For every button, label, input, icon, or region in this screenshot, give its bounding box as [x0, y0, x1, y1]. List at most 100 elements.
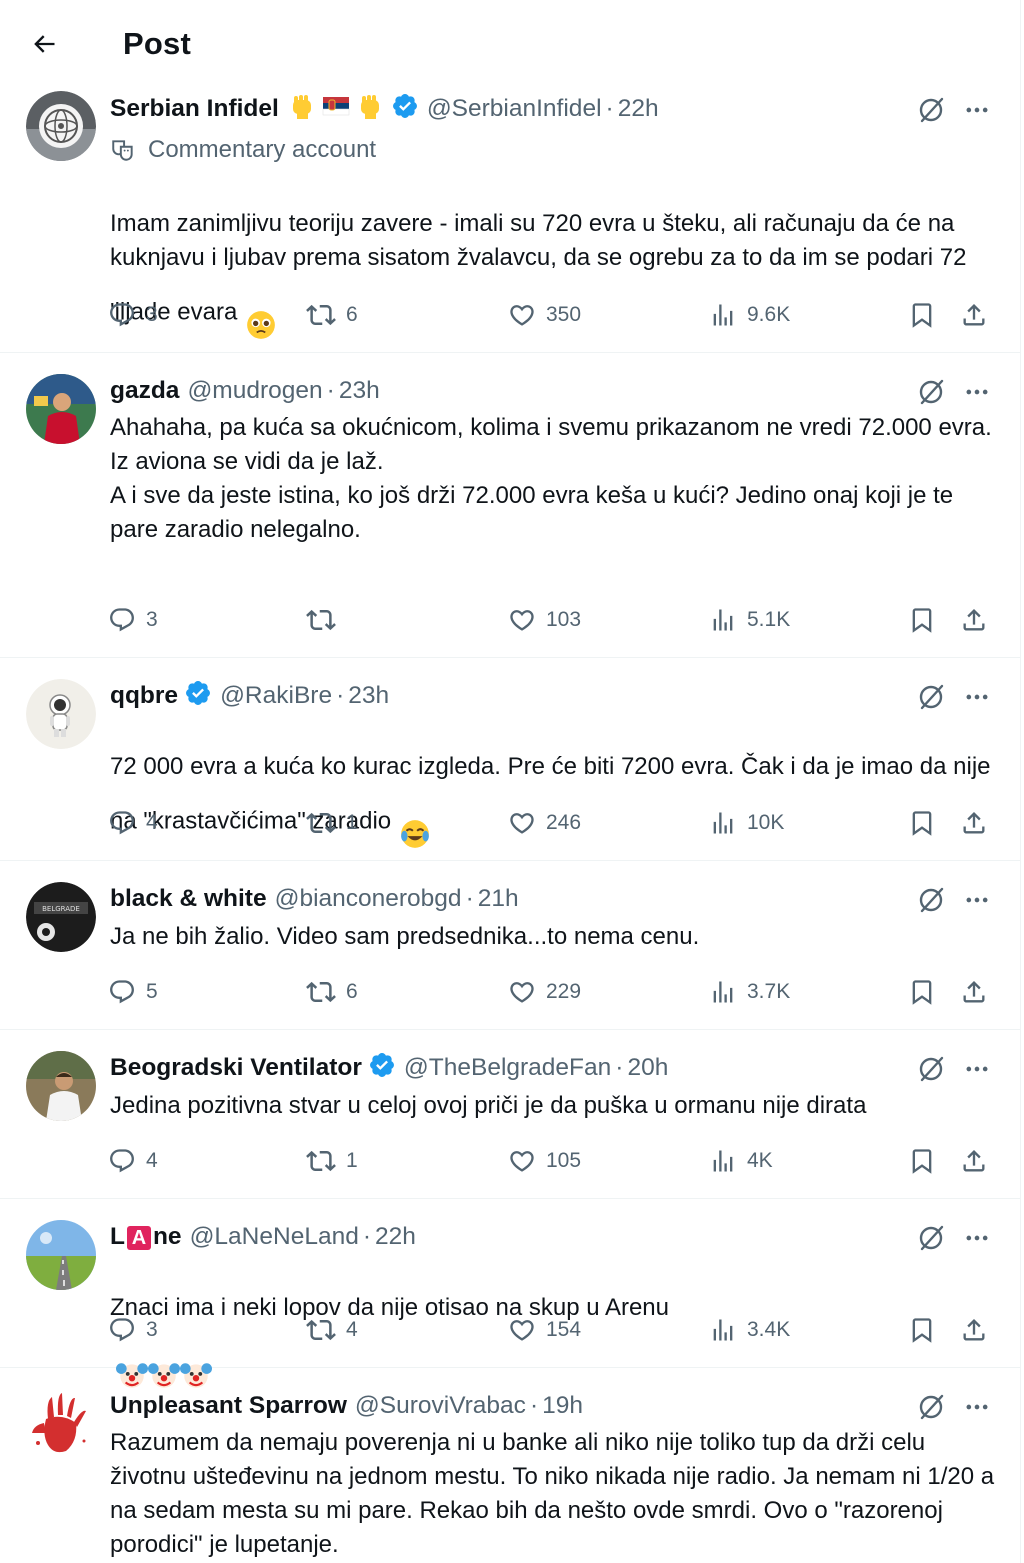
- user-handle[interactable]: @bianconerobgd: [275, 885, 462, 913]
- like-button[interactable]: 350: [508, 295, 581, 335]
- more-options-button[interactable]: [958, 1051, 996, 1087]
- share-button[interactable]: [960, 295, 988, 335]
- like-button[interactable]: 154: [508, 1310, 581, 1350]
- display-name[interactable]: L Ane: [110, 1223, 182, 1251]
- avatar[interactable]: [26, 374, 96, 444]
- avatar[interactable]: [26, 1220, 96, 1290]
- reply-post[interactable]: L Ane @LaNeNeLand · 22h Znaci ima i neki …: [0, 1199, 1020, 1388]
- avatar[interactable]: [26, 91, 96, 161]
- repost-button[interactable]: [306, 600, 346, 640]
- bookmark-button[interactable]: [908, 600, 936, 640]
- repost-count: 1: [346, 811, 358, 834]
- more-options-button[interactable]: [958, 1389, 996, 1425]
- post-main[interactable]: Serbian Infidel @SerbianInfidel · 22h Co…: [0, 88, 1020, 353]
- post-header: gazda @mudrogen · 23h: [110, 374, 380, 408]
- more-options-button[interactable]: [958, 92, 996, 128]
- avatar[interactable]: [26, 679, 96, 749]
- views-button[interactable]: 3.4K: [709, 1310, 790, 1350]
- views-button[interactable]: 10K: [709, 803, 784, 843]
- user-handle[interactable]: @SerbianInfidel: [427, 95, 602, 123]
- reply-button[interactable]: 3: [108, 600, 158, 640]
- grok-button[interactable]: [913, 1220, 949, 1256]
- views-button[interactable]: 3.7K: [709, 972, 790, 1012]
- bookmark-button[interactable]: [908, 1141, 936, 1181]
- reply-button[interactable]: 4: [108, 803, 158, 843]
- action-bar: 3 103 5.1K: [0, 600, 1020, 640]
- share-button[interactable]: [960, 972, 988, 1012]
- grok-button[interactable]: [913, 374, 949, 410]
- grok-button[interactable]: [913, 1051, 949, 1087]
- verified-badge-icon[interactable]: [184, 679, 212, 714]
- share-button[interactable]: [960, 1141, 988, 1181]
- like-button[interactable]: 229: [508, 972, 581, 1012]
- views-button[interactable]: 5.1K: [709, 600, 790, 640]
- timestamp[interactable]: 21h: [478, 885, 519, 913]
- avatar[interactable]: [26, 1389, 96, 1459]
- like-count: 105: [546, 1149, 582, 1172]
- reply-post[interactable]: Beogradski Ventilator @TheBelgradeFan · …: [0, 1030, 1020, 1199]
- post-text: Ja ne bih žalio. Video sam predsednika..…: [110, 923, 700, 950]
- share-button[interactable]: [960, 1310, 988, 1350]
- reply-post[interactable]: Unpleasant Sparrow @SuroviVrabac · 19h R…: [0, 1368, 1020, 1563]
- repost-button[interactable]: 1: [306, 803, 358, 843]
- grok-button[interactable]: [913, 882, 949, 918]
- reply-button[interactable]: 5: [108, 972, 158, 1012]
- reply-button[interactable]: 4: [108, 1141, 158, 1181]
- grok-icon: [919, 684, 944, 710]
- reply-post[interactable]: qqbre @RakiBre · 23h 72 000 evra a kuća …: [0, 658, 1020, 861]
- timestamp[interactable]: 20h: [627, 1054, 668, 1082]
- bookmark-button[interactable]: [908, 1310, 936, 1350]
- like-button[interactable]: 103: [508, 600, 581, 640]
- timestamp[interactable]: 19h: [542, 1392, 583, 1420]
- display-name[interactable]: Beogradski Ventilator: [110, 1054, 362, 1082]
- display-name[interactable]: Serbian Infidel: [110, 95, 279, 123]
- user-handle[interactable]: @SuroviVrabac: [355, 1392, 526, 1420]
- verified-badge-icon[interactable]: [368, 1051, 396, 1086]
- repost-button[interactable]: 1: [306, 1141, 358, 1181]
- timestamp[interactable]: 23h: [339, 377, 380, 405]
- reply-button[interactable]: 3: [108, 1310, 158, 1350]
- share-button[interactable]: [960, 600, 988, 640]
- repost-button[interactable]: 6: [306, 295, 358, 335]
- views-button[interactable]: 4K: [709, 1141, 773, 1181]
- timestamp[interactable]: 22h: [375, 1223, 416, 1251]
- repost-button[interactable]: 6: [306, 972, 358, 1012]
- bookmark-button[interactable]: [908, 972, 936, 1012]
- user-handle[interactable]: @TheBelgradeFan: [404, 1054, 611, 1082]
- like-button[interactable]: 105: [508, 1141, 581, 1181]
- more-options-button[interactable]: [958, 882, 996, 918]
- reply-post[interactable]: gazda @mudrogen · 23h Ahahaha, pa kuća s…: [0, 353, 1020, 658]
- user-handle[interactable]: @LaNeNeLand: [190, 1223, 359, 1251]
- repost-button[interactable]: 4: [306, 1310, 358, 1350]
- grok-button[interactable]: [913, 92, 949, 128]
- reply-post[interactable]: BELGRADE black & white @bianconerobgd · …: [0, 861, 1020, 1030]
- display-name[interactable]: black & white: [110, 885, 267, 913]
- bookmark-icon: [912, 1149, 932, 1174]
- display-name[interactable]: Unpleasant Sparrow: [110, 1392, 347, 1420]
- views-button[interactable]: 9.6K: [709, 295, 790, 335]
- share-button[interactable]: [960, 803, 988, 843]
- more-options-button[interactable]: [958, 679, 996, 715]
- bookmark-button[interactable]: [908, 803, 936, 843]
- repost-count: 4: [346, 1318, 358, 1341]
- avatar[interactable]: BELGRADE: [26, 882, 96, 952]
- verified-badge-icon[interactable]: [391, 92, 419, 127]
- timestamp[interactable]: 22h: [618, 95, 659, 123]
- reply-button[interactable]: 3: [108, 295, 158, 335]
- views-count: 9.6K: [747, 303, 791, 326]
- display-name[interactable]: gazda: [110, 377, 179, 405]
- grok-button[interactable]: [913, 679, 949, 715]
- more-options-button[interactable]: [958, 374, 996, 410]
- bookmark-icon: [912, 1318, 932, 1343]
- grok-button[interactable]: [913, 1389, 949, 1425]
- repost-icon: [306, 981, 336, 1003]
- display-name[interactable]: qqbre: [110, 682, 178, 710]
- user-handle[interactable]: @mudrogen: [187, 377, 322, 405]
- back-button[interactable]: [22, 22, 66, 66]
- like-button[interactable]: 246: [508, 803, 581, 843]
- bookmark-button[interactable]: [908, 295, 936, 335]
- timestamp[interactable]: 23h: [348, 682, 389, 710]
- more-options-button[interactable]: [958, 1220, 996, 1256]
- avatar[interactable]: [26, 1051, 96, 1121]
- user-handle[interactable]: @RakiBre: [220, 682, 332, 710]
